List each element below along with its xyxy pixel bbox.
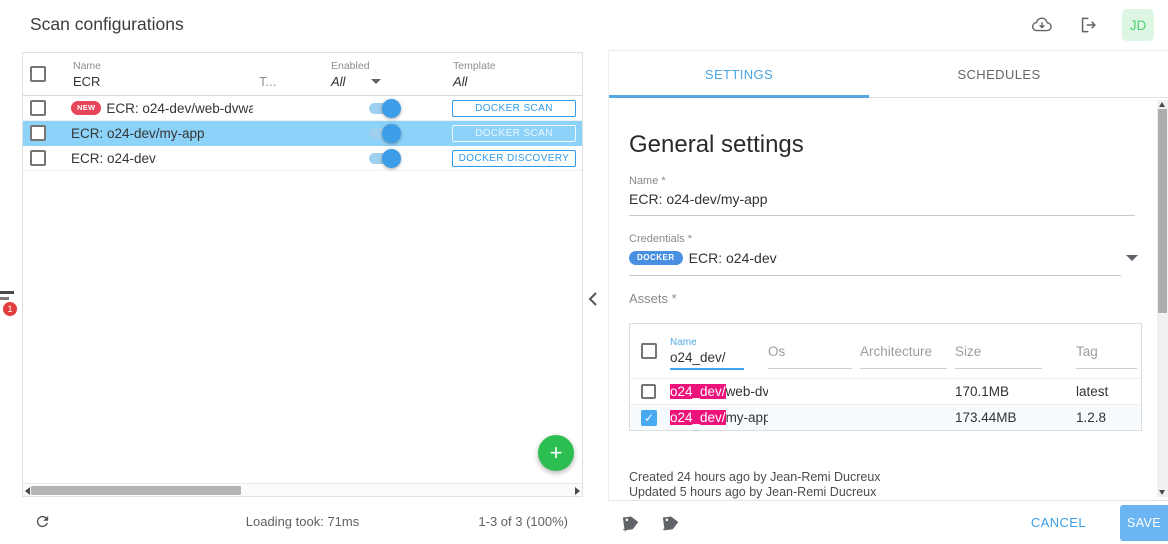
collapse-panel-chevron-icon[interactable] <box>588 290 602 308</box>
search-match-highlight: o24_dev/ <box>670 410 726 425</box>
assets-os-filter-input[interactable] <box>768 344 848 359</box>
asset-size: 170.1MB <box>955 384 1076 399</box>
template-button[interactable]: DOCKER SCAN <box>452 100 576 117</box>
active-tab-underline <box>609 95 869 98</box>
assets-table-header: Name <box>630 324 1141 378</box>
svg-text:-: - <box>663 524 666 534</box>
asset-tag: latest <box>1076 384 1141 399</box>
template-button[interactable]: DOCKER SCAN <box>452 125 576 142</box>
tab-schedules[interactable]: SCHEDULES <box>869 51 1129 97</box>
plus-icon: + <box>550 440 563 466</box>
search-match-highlight: o24_dev/ <box>670 384 726 399</box>
details-panel: SETTINGS SCHEDULES General settings Name… <box>608 50 1168 500</box>
scroll-down-icon[interactable] <box>1159 490 1165 495</box>
name-column-label: Name <box>73 60 253 72</box>
page-title: Scan configurations <box>30 14 184 35</box>
asset-name: my-app <box>726 410 768 425</box>
assets-size-filter-input[interactable] <box>955 344 1035 359</box>
table-footer: Loading took: 71ms 1-3 of 3 (100%) <box>22 499 583 544</box>
filter-icon[interactable]: 1 <box>0 290 20 322</box>
name-field-value[interactable]: ECR: o24-dev/my-app <box>629 191 1135 207</box>
details-footer: + - CANCEL SAVE <box>608 500 1168 544</box>
scroll-left-icon[interactable] <box>25 487 30 495</box>
table-row-selected[interactable]: ECR: o24-dev/my-app DOCKER SCAN <box>23 121 582 146</box>
chevron-down-icon <box>371 79 381 84</box>
credentials-value: ECR: o24-dev <box>689 250 777 266</box>
assets-tag-filter-input[interactable] <box>1076 344 1134 359</box>
assets-select-all-checkbox[interactable] <box>641 343 657 359</box>
row-checkbox[interactable] <box>30 150 46 166</box>
assets-table: Name o24_dev/w <box>629 323 1142 431</box>
assets-name-filter-input[interactable] <box>670 350 750 365</box>
svg-text:+: + <box>623 525 628 534</box>
scan-configurations-table: Name T... Enabled All Template All NEW E… <box>22 52 583 497</box>
enabled-column-label: Enabled <box>331 60 451 72</box>
asset-tag: 1.2.8 <box>1076 410 1141 425</box>
name-filter-input[interactable] <box>73 74 235 89</box>
credentials-field[interactable]: Credentials * DOCKER ECR: o24-dev <box>629 233 1138 276</box>
scroll-up-icon[interactable] <box>1159 102 1165 107</box>
template-column-label: Template <box>453 60 582 72</box>
updated-info: Updated 5 hours ago by Jean-Remi Ducreux <box>629 485 881 500</box>
tab-settings[interactable]: SETTINGS <box>609 51 869 97</box>
enabled-toggle[interactable] <box>369 127 399 140</box>
scrollbar-thumb[interactable] <box>31 486 241 495</box>
assets-label: Assets * <box>629 291 677 306</box>
template-button[interactable]: DOCKER DISCOVERY <box>452 150 576 167</box>
scan-config-name: ECR: o24-dev <box>71 151 156 166</box>
add-tag-icon[interactable]: + <box>620 512 642 534</box>
row-checkbox[interactable] <box>30 125 46 141</box>
credentials-field-label: Credentials * <box>629 233 1138 245</box>
created-info: Created 24 hours ago by Jean-Remi Ducreu… <box>629 470 881 485</box>
remove-tag-icon[interactable]: - <box>660 512 682 534</box>
row-checkbox[interactable] <box>30 100 46 116</box>
assets-architecture-filter-input[interactable] <box>860 344 948 359</box>
table-row[interactable]: NEW ECR: o24-dev/web-dvwa DOCKER SCAN <box>23 96 582 121</box>
enabled-toggle[interactable] <box>369 102 399 115</box>
enabled-filter-dropdown[interactable]: All <box>331 74 451 89</box>
name-field[interactable]: Name * ECR: o24-dev/my-app <box>629 175 1135 216</box>
horizontal-scrollbar[interactable] <box>23 483 582 496</box>
save-button[interactable]: SAVE <box>1120 505 1168 541</box>
avatar[interactable]: JD <box>1122 9 1154 41</box>
table-header: Name T... Enabled All Template All <box>23 53 582 96</box>
enabled-toggle[interactable] <box>369 152 399 165</box>
scan-config-name: ECR: o24-dev/web-dvwa <box>106 101 253 116</box>
add-scan-configuration-button[interactable]: + <box>538 435 574 471</box>
topbar: Scan configurations JD <box>0 0 1168 50</box>
cancel-button[interactable]: CANCEL <box>1031 515 1086 530</box>
refresh-icon[interactable] <box>34 513 51 530</box>
scroll-right-icon[interactable] <box>575 487 580 495</box>
name-field-label: Name * <box>629 175 1135 187</box>
scrollbar-thumb[interactable] <box>1158 109 1167 313</box>
scan-config-name: ECR: o24-dev/my-app <box>71 126 205 141</box>
cloud-download-icon[interactable] <box>1030 13 1054 37</box>
table-row[interactable]: ECR: o24-dev DOCKER DISCOVERY <box>23 146 582 171</box>
audit-info: Created 24 hours ago by Jean-Remi Ducreu… <box>629 470 881 500</box>
asset-checkbox-checked[interactable]: ✓ <box>641 410 657 426</box>
chevron-down-icon[interactable] <box>1126 255 1138 261</box>
vertical-scrollbar[interactable] <box>1157 100 1168 497</box>
filter-count-badge: 1 <box>3 302 17 316</box>
assets-name-column-label: Name <box>670 337 768 348</box>
tabs: SETTINGS SCHEDULES <box>609 51 1168 98</box>
logout-icon[interactable] <box>1076 13 1100 37</box>
asset-checkbox[interactable] <box>641 384 656 399</box>
section-heading: General settings <box>629 131 804 159</box>
select-all-checkbox[interactable] <box>30 66 46 82</box>
asset-size: 173.44MB <box>955 410 1076 425</box>
type-column-label: T... <box>259 74 323 89</box>
template-filter-dropdown[interactable]: All <box>453 74 582 89</box>
pagination-range: 1-3 of 3 (100%) <box>478 514 583 529</box>
asset-name: web-dv <box>726 384 768 399</box>
docker-chip: DOCKER <box>629 251 683 265</box>
new-badge: NEW <box>71 101 101 115</box>
asset-row[interactable]: o24_dev/web-dv 170.1MB latest <box>630 378 1141 404</box>
asset-row-selected[interactable]: ✓ o24_dev/my-app 173.44MB 1.2.8 <box>630 404 1141 430</box>
